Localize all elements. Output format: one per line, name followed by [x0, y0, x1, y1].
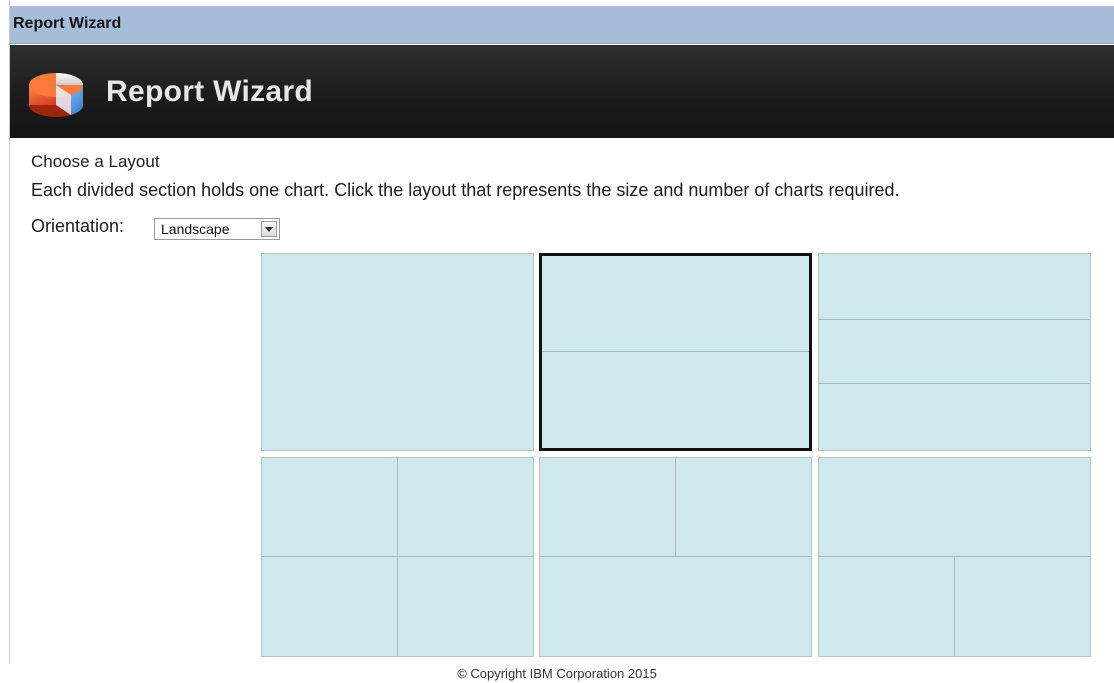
layout-option-two-rows[interactable] — [539, 253, 812, 451]
section-title: Choose a Layout — [31, 152, 160, 171]
layout-option-three-rows[interactable] — [818, 253, 1091, 451]
instructions-text: Each divided section holds one chart. Cl… — [31, 180, 900, 200]
window-title: Report Wizard — [13, 15, 122, 32]
window-edge — [0, 0, 10, 664]
layout-option-four-grid[interactable] — [261, 457, 534, 657]
orientation-label: Orientation: — [31, 216, 125, 236]
orientation-select[interactable]: Landscape — [154, 218, 280, 240]
layout-option-two-top-one-bottom[interactable] — [539, 457, 812, 657]
wizard-header: Report Wizard — [10, 45, 1114, 138]
wizard-title: Report Wizard — [106, 75, 313, 108]
layout-divider — [819, 320, 1090, 385]
chevron-down-icon[interactable] — [261, 221, 277, 237]
pie-chart-icon — [29, 73, 84, 117]
layout-divider — [542, 256, 809, 352]
layout-divider — [262, 458, 398, 656]
layout-option-single[interactable] — [261, 253, 534, 451]
orientation-value: Landscape — [161, 221, 230, 237]
layout-divider — [540, 458, 676, 557]
layout-divider — [819, 458, 1090, 557]
copyright-footer: © Copyright IBM Corporation 2015 — [457, 666, 657, 681]
layout-option-one-top-two-bottom[interactable] — [818, 457, 1091, 657]
layout-divider — [819, 557, 955, 656]
layout-divider — [819, 254, 1090, 320]
window-titlebar[interactable]: Report Wizard — [10, 6, 1114, 44]
